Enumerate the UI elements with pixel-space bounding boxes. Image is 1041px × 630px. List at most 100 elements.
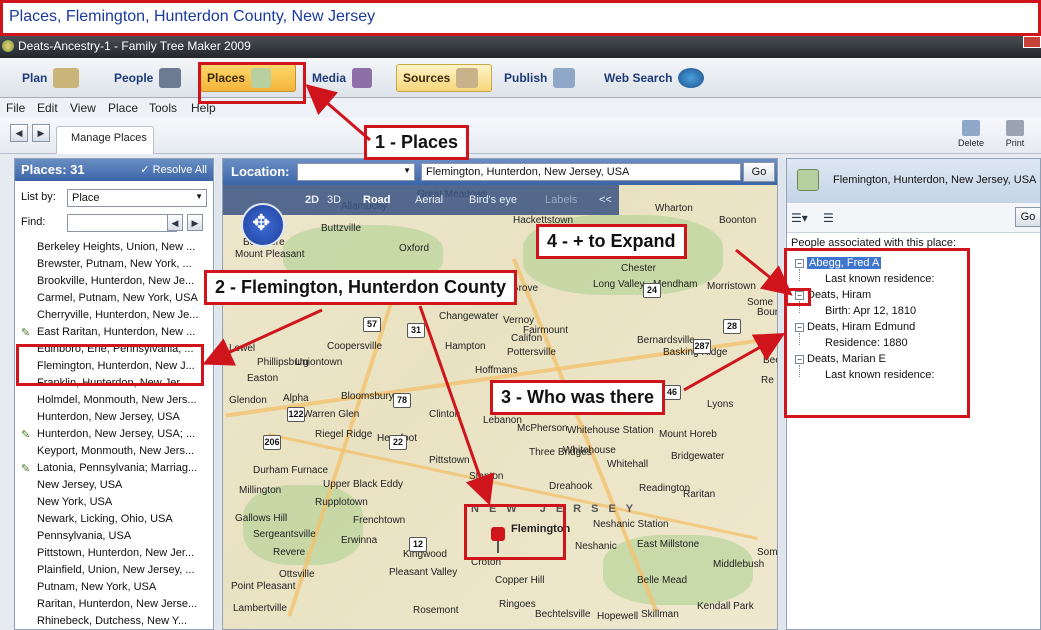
map-town-label: Raritan — [683, 489, 716, 500]
unresolved-place-icon: ✎ — [21, 463, 31, 475]
location-input[interactable]: Flemington, Hunterdon, New Jersey, USA — [421, 163, 741, 181]
list-by-select[interactable]: Place ▼ — [67, 189, 207, 207]
find-input[interactable] — [67, 214, 177, 232]
close-icon[interactable] — [1023, 36, 1041, 48]
map-mode-road[interactable]: Road — [363, 194, 391, 206]
place-list-item[interactable]: Pennsylvania, USA — [15, 528, 213, 545]
expand-all-icon[interactable]: ☰▾ — [791, 211, 808, 225]
find-prev-icon[interactable]: ◀ — [167, 214, 183, 231]
place-list-item[interactable]: New York, USA — [15, 494, 213, 511]
caption-banner: Places, Flemington, Hunterdon County, Ne… — [0, 0, 1041, 36]
menu-place[interactable]: Place — [108, 101, 138, 115]
map-town-label: Mount Horeb — [659, 429, 717, 440]
map-collapse[interactable]: << — [599, 194, 612, 206]
chevron-down-icon: ▼ — [195, 192, 203, 201]
place-list-item[interactable]: Rhinebeck, Dutchess, New Y... — [15, 613, 213, 630]
map-town-label: Bernardsville — [637, 335, 695, 346]
publish-icon — [553, 68, 576, 88]
nav-web-search-label: Web Search — [604, 71, 673, 85]
place-list-item[interactable]: ✎ Hunterdon, New Jersey, USA; ... — [15, 426, 213, 443]
map-town-label: Bechtelsville — [535, 609, 591, 620]
place-list-item[interactable]: Keyport, Monmouth, New Jers... — [15, 443, 213, 460]
resolve-all-button[interactable]: ✓ Resolve All — [140, 163, 207, 176]
place-list-item[interactable]: ✎ East Raritan, Hunterdon, New ... — [15, 324, 213, 341]
nav-media[interactable]: Media — [306, 64, 378, 92]
map-mode-aerial[interactable]: Aerial — [415, 194, 443, 206]
menu-tools[interactable]: Tools — [149, 101, 177, 115]
nav-sources[interactable]: Sources — [396, 64, 492, 92]
map-town-label: Stanton — [469, 471, 504, 482]
unresolved-place-icon: ✎ — [21, 327, 31, 339]
place-list-item[interactable]: Raritan, Hunterdon, New Jerse... — [15, 596, 213, 613]
map-town-label: Ringoes — [499, 599, 536, 610]
map-town-label: Alpha — [283, 393, 309, 404]
map-town-label: East Millstone — [637, 539, 700, 550]
map-town-label: Phillipsburg — [257, 357, 309, 368]
place-list-item[interactable]: Carmel, Putnam, New York, USA — [15, 290, 213, 307]
forward-arrow-icon[interactable]: ▶ — [32, 124, 50, 142]
map-town-label: Califon — [511, 333, 543, 344]
place-list-item[interactable]: Newark, Licking, Ohio, USA — [15, 511, 213, 528]
map-town-label: Revere — [273, 547, 306, 558]
location-bar: Location: ▼ Flemington, Hunterdon, New J… — [223, 159, 777, 185]
map-mode-3d[interactable]: 3D — [327, 194, 341, 206]
map-mode-2d[interactable]: 2D — [305, 194, 319, 206]
printer-icon — [1006, 120, 1024, 136]
left-splitter[interactable] — [215, 158, 221, 630]
nav-people[interactable]: People — [108, 64, 187, 92]
place-list-item[interactable]: Putnam, New York, USA — [15, 579, 213, 596]
nav-plan[interactable]: Plan — [16, 64, 85, 92]
place-detail-title: Flemington, Hunterdon, New Jersey, USA — [833, 174, 1037, 186]
plan-icon — [53, 68, 80, 88]
map-mode-labels[interactable]: Labels — [545, 194, 577, 206]
map-town-label: Neshanic — [575, 541, 617, 552]
nav-plan-label: Plan — [22, 71, 48, 85]
map-mode-birdseye[interactable]: Bird's eye — [469, 194, 517, 206]
menu-view[interactable]: View — [70, 101, 96, 115]
map-town-label: Coopersville — [327, 341, 383, 352]
place-list-item[interactable]: Holmdel, Monmouth, New Jers... — [15, 392, 213, 409]
map-road — [287, 273, 403, 617]
back-arrow-icon[interactable]: ◀ — [10, 124, 28, 142]
place-list-item[interactable]: New Jersey, USA — [15, 477, 213, 494]
delete-button[interactable]: Delete — [954, 120, 988, 154]
place-list-item[interactable]: Cherryville, Hunterdon, New Je... — [15, 307, 213, 324]
menu-file[interactable]: File — [6, 101, 25, 115]
find-next-icon[interactable]: ▶ — [187, 214, 203, 231]
delete-label: Delete — [957, 138, 984, 148]
location-select[interactable]: ▼ — [297, 163, 415, 181]
collapse-all-icon[interactable]: ☰ — [823, 211, 834, 225]
route-shield: 57 — [363, 317, 381, 332]
tab-manage-places[interactable]: Manage Places — [56, 126, 154, 154]
place-list-item[interactable]: Brookville, Hunterdon, New Je... — [15, 273, 213, 290]
location-go-button[interactable]: Go — [743, 162, 775, 182]
detail-go-button[interactable]: Go — [1015, 207, 1041, 227]
map-pan-control-icon[interactable] — [241, 203, 285, 247]
map-town-label: Somerville — [757, 547, 777, 558]
menu-bar: File Edit View Place Tools Help — [0, 98, 1041, 118]
place-list-item[interactable]: Brewster, Putnam, New York, ... — [15, 256, 213, 273]
place-list-item[interactable]: Plainfield, Union, New Jersey, ... — [15, 562, 213, 579]
map-town-label: Pleasant Valley — [389, 567, 458, 578]
place-list-item[interactable]: ✎ Latonia, Pennsylvania; Marriag... — [15, 460, 213, 477]
place-list-item[interactable]: Pittstown, Hunterdon, New Jer... — [15, 545, 213, 562]
print-button[interactable]: Print — [998, 120, 1032, 154]
place-name: Cherryville, Hunterdon, New Je... — [37, 309, 199, 321]
menu-edit[interactable]: Edit — [37, 101, 58, 115]
place-list-item[interactable]: Hunterdon, New Jersey, USA — [15, 409, 213, 426]
place-name: Holmdel, Monmouth, New Jers... — [37, 394, 197, 406]
route-shield: 24 — [643, 283, 661, 298]
map-town-label: Skillman — [641, 609, 679, 620]
highlight-places-tab — [198, 62, 306, 104]
location-label: Location: — [231, 164, 290, 179]
map-town-label: Rosemont — [413, 605, 459, 616]
route-shield: 78 — [393, 393, 411, 408]
nav-web-search[interactable]: Web Search — [598, 64, 710, 92]
map-town-label: Hopewell — [597, 611, 639, 622]
place-list-item[interactable]: Berkeley Heights, Union, New ... — [15, 239, 213, 256]
place-name: East Raritan, Hunterdon, New ... — [37, 326, 196, 338]
route-shield: 206 — [263, 435, 281, 450]
place-list: Berkeley Heights, Union, New ... Brewster… — [15, 239, 213, 630]
nav-publish[interactable]: Publish — [498, 64, 581, 92]
map-town-label: Easton — [247, 373, 279, 384]
